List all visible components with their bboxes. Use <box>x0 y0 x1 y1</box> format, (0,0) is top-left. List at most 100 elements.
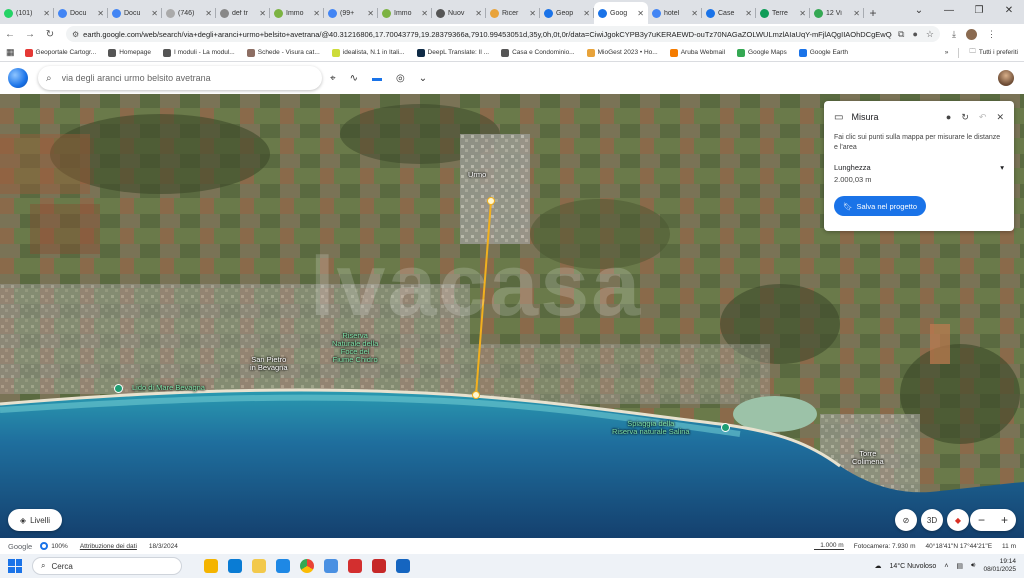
save-to-project-button[interactable]: 🔖︎ Salva nel progetto <box>834 196 926 216</box>
close-window-button[interactable]: ✕ <box>994 0 1024 22</box>
search-input[interactable]: via degli aranci urmo belsito avetrana <box>62 73 314 83</box>
windows-start-icon[interactable] <box>8 559 22 573</box>
browser-tab[interactable]: Goog ✕ <box>594 2 648 24</box>
bookmark-item[interactable]: Google Maps <box>737 48 787 57</box>
menu-icon[interactable]: ⋮ <box>987 29 996 40</box>
browser-tab[interactable]: def tr ✕ <box>216 2 270 24</box>
bookmark-item[interactable]: Homepage <box>108 48 151 57</box>
apps-grid-icon[interactable]: ▦ <box>6 47 15 58</box>
place-pin-icon[interactable] <box>114 384 123 393</box>
acrobat-icon[interactable] <box>348 559 362 573</box>
address-bar[interactable]: ⚙ earth.google.com/web/search/via+degli+… <box>66 26 940 42</box>
search-icon[interactable]: ⌕ <box>46 73 52 84</box>
taskview-icon[interactable] <box>204 559 218 573</box>
word-icon[interactable] <box>396 559 410 573</box>
browser-tab[interactable]: Immo ✕ <box>378 2 432 24</box>
label-san-pietro[interactable]: San Pietro in Bevagna <box>250 356 288 372</box>
place-pin-icon[interactable] <box>721 423 730 432</box>
chrome-icon[interactable] <box>300 559 314 573</box>
attribution-link[interactable]: Attribuzione dei dati <box>80 543 137 550</box>
zoom-in-button[interactable]: + <box>1001 513 1008 527</box>
profile-mini-icon[interactable]: ● <box>912 29 917 40</box>
tab-close-icon[interactable]: ✕ <box>853 9 860 18</box>
file-explorer-icon[interactable] <box>252 559 266 573</box>
tab-close-icon[interactable]: ✕ <box>421 9 428 18</box>
view-3d-button[interactable]: 3D <box>921 509 943 531</box>
site-info-icon[interactable]: ⚙ <box>72 30 79 39</box>
bookmark-item[interactable]: Geoportale Cartogr... <box>24 48 96 57</box>
install-app-icon[interactable]: ⧉ <box>898 29 904 40</box>
browser-tab[interactable]: Immo ✕ <box>270 2 324 24</box>
photos-icon[interactable] <box>324 559 338 573</box>
tab-close-icon[interactable]: ✕ <box>475 9 482 18</box>
location-pin-icon[interactable]: ⌖ <box>330 73 336 84</box>
browser-tab[interactable]: Case ✕ <box>702 2 756 24</box>
tab-close-icon[interactable]: ✕ <box>745 9 752 18</box>
bookmark-item[interactable]: I moduli - La modul... <box>163 48 235 57</box>
layers-button[interactable]: ◈ Livelli <box>8 509 62 531</box>
tab-close-icon[interactable]: ✕ <box>205 9 212 18</box>
label-urmo[interactable]: Urmo <box>468 171 486 179</box>
projects-icon[interactable]: ▬ <box>372 73 382 84</box>
bookmark-item[interactable]: Aruba Webmail <box>669 48 725 57</box>
compass-icon[interactable]: ◆ <box>947 509 969 531</box>
more-bookmarks-button[interactable]: » <box>945 49 949 56</box>
browser-tab[interactable]: 12 Vi ✕ <box>810 2 864 24</box>
tab-close-icon[interactable]: ✕ <box>583 9 590 18</box>
mail-icon[interactable] <box>276 559 290 573</box>
path-icon[interactable]: ∿ <box>350 73 358 84</box>
bookmark-item[interactable]: MioGest 2023 • Ho... <box>586 48 658 57</box>
weather-text[interactable]: 14°C Nuvoloso <box>890 563 937 570</box>
browser-tab[interactable]: Terre ✕ <box>756 2 810 24</box>
user-avatar[interactable] <box>998 70 1014 86</box>
chevron-down-icon[interactable]: ⌄ <box>419 73 427 84</box>
bookmark-item[interactable]: DeepL Translate: Il ... <box>416 48 489 57</box>
new-tab-button[interactable]: + <box>864 2 882 24</box>
edge-icon[interactable] <box>228 559 242 573</box>
label-riserva-chidro[interactable]: Riserva Naturale della Foce del Fiume Ch… <box>332 332 378 364</box>
earth-search-box[interactable]: ⌕ via degli aranci urmo belsito avetrana <box>38 66 322 90</box>
street-view-icon[interactable]: ⊘ <box>895 509 917 531</box>
label-lido[interactable]: Lido di Mare Bevagna <box>132 384 205 392</box>
tab-close-icon[interactable]: ✕ <box>691 9 698 18</box>
browser-tab[interactable]: Geop ✕ <box>540 2 594 24</box>
tab-close-icon[interactable]: ✕ <box>43 9 50 18</box>
browser-tab[interactable]: (746) ✕ <box>162 2 216 24</box>
tab-close-icon[interactable]: ✕ <box>151 9 158 18</box>
network-icon[interactable]: ▤ <box>956 562 963 570</box>
back-icon[interactable]: ← <box>0 29 20 40</box>
reload-icon[interactable]: ↻ <box>40 29 60 40</box>
bookmark-item[interactable]: Google Earth <box>798 48 848 57</box>
tab-close-icon[interactable]: ✕ <box>313 9 320 18</box>
tab-close-icon[interactable]: ✕ <box>259 9 266 18</box>
length-row[interactable]: Lunghezza ▾ <box>834 163 1004 172</box>
label-torre[interactable]: Torre Colimena <box>852 450 884 466</box>
unit-dropdown-icon[interactable]: ▾ <box>1000 163 1004 172</box>
taskbar-search[interactable]: ⌕ Cerca <box>32 557 182 575</box>
browser-tab[interactable]: Nuov ✕ <box>432 2 486 24</box>
tab-close-icon[interactable]: ✕ <box>97 9 104 18</box>
tray-chevron-icon[interactable]: ˄ <box>944 563 948 570</box>
tab-search-icon[interactable]: ⌄ <box>904 0 934 22</box>
app-icon[interactable] <box>372 559 386 573</box>
minimize-button[interactable]: — <box>934 0 964 22</box>
browser-tab[interactable]: (101) ✕ <box>0 2 54 24</box>
tab-close-icon[interactable]: ✕ <box>367 9 374 18</box>
bookmark-star-icon[interactable]: ☆ <box>926 29 934 40</box>
forward-icon[interactable]: → <box>20 29 40 40</box>
volume-icon[interactable]: 🔊︎ <box>971 562 975 570</box>
browser-tab[interactable]: Docu ✕ <box>108 2 162 24</box>
google-earth-logo-icon[interactable] <box>8 68 28 88</box>
browser-tab[interactable]: hotel ✕ <box>648 2 702 24</box>
bookmark-item[interactable]: Schede - Visura cat... <box>246 48 320 57</box>
browser-tab[interactable]: Ricer ✕ <box>486 2 540 24</box>
scale-bar[interactable]: 1.000 m <box>813 542 844 550</box>
tab-close-icon[interactable]: ✕ <box>799 9 806 18</box>
all-bookmarks-button[interactable]: 🗀 Tutti i preferiti <box>969 47 1018 58</box>
zoom-out-button[interactable]: − <box>978 513 985 527</box>
bookmark-item[interactable]: Casa e Condominio... <box>501 48 575 57</box>
maximize-button[interactable]: ❐ <box>964 0 994 22</box>
browser-tab[interactable]: Docu ✕ <box>54 2 108 24</box>
tab-close-icon[interactable]: ✕ <box>529 9 536 18</box>
tab-close-icon[interactable]: ✕ <box>637 9 644 18</box>
